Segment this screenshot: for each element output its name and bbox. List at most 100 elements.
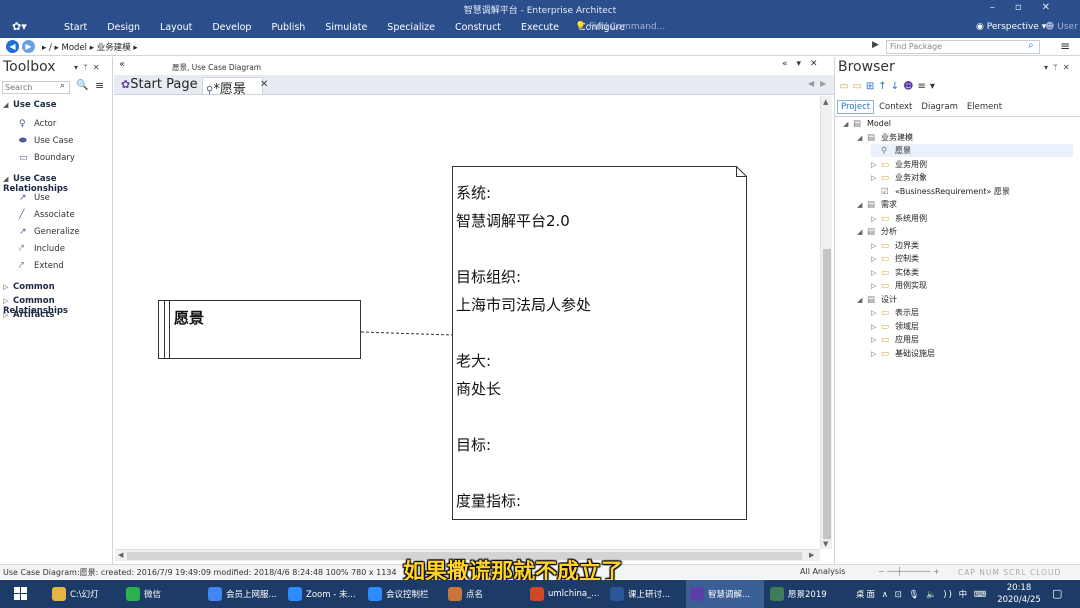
- tree-node[interactable]: ▷ ▭ 业务用例: [871, 158, 1073, 171]
- tray-desktop-label[interactable]: 桌面: [856, 590, 877, 600]
- expanded-triangle-icon[interactable]: ◢: [857, 132, 867, 145]
- note-element[interactable]: 系统: 智慧调解平台2.0 目标组织: 上海市司法局人参处 老大: 商处长 目标: 度量指标:: [452, 166, 747, 520]
- toolbox-item[interactable]: ▭ Boundary: [19, 153, 75, 163]
- expanded-triangle-icon[interactable]: ◢: [3, 175, 13, 183]
- toolbox-item[interactable]: ⤤ Include: [19, 244, 65, 254]
- diagram-canvas[interactable]: 愿景 系统: 智慧调解平台2.0 目标组织: 上海市司法局人参处 老大: 商处长 目标: 度量…: [115, 96, 820, 549]
- menu-publish[interactable]: Publish: [261, 22, 315, 33]
- tray-keyboard-icon[interactable]: ⌨: [974, 590, 988, 600]
- tree-node[interactable]: ▷ ▭ 控制类: [871, 252, 1073, 265]
- tree-node[interactable]: ◢ ▤ 业务建模: [857, 131, 1073, 144]
- menu-simulate[interactable]: Simulate: [315, 22, 377, 33]
- business-requirement-element[interactable]: 愿景: [158, 300, 361, 359]
- browser-tab-context[interactable]: Context: [875, 100, 916, 114]
- collapsed-triangle-icon[interactable]: ▷: [871, 213, 881, 226]
- menu-develop[interactable]: Develop: [202, 22, 261, 33]
- menu-construct[interactable]: Construct: [445, 22, 511, 33]
- vertical-scroll-thumb[interactable]: [823, 249, 831, 539]
- tray-sound-icon[interactable]: )): [943, 590, 954, 600]
- expanded-triangle-icon[interactable]: ◢: [857, 199, 867, 212]
- toolbox-item[interactable]: ↗ Generalize: [19, 227, 80, 237]
- zoom-slider[interactable]: − ──┼────── +: [878, 567, 940, 576]
- scroll-up-icon[interactable]: ▲: [823, 98, 828, 106]
- tray-mic-icon[interactable]: 🎙: [908, 590, 921, 600]
- browser-menu-icon[interactable]: ≡▾: [918, 81, 939, 92]
- toolbox-category[interactable]: ▷ Common: [3, 282, 55, 292]
- search-icon[interactable]: ⌕: [60, 81, 65, 91]
- collapsed-triangle-icon[interactable]: ▷: [871, 172, 881, 185]
- browser-tab-project[interactable]: Project: [837, 100, 875, 114]
- tree-node[interactable]: ◢ ▤ 分析: [857, 225, 1073, 238]
- tree-node[interactable]: ◢ ▤ 需求: [857, 198, 1073, 211]
- perspective-button[interactable]: ◉ Perspective ▾: [976, 22, 1046, 32]
- collapsed-triangle-icon[interactable]: ▷: [871, 267, 881, 280]
- diagram-header-controls[interactable]: «▾✕: [782, 59, 827, 69]
- toolbox-item[interactable]: ↗ Use: [19, 193, 50, 203]
- window-controls[interactable]: –▫✕: [990, 2, 1070, 13]
- expanded-triangle-icon[interactable]: ◢: [857, 294, 867, 307]
- toolbox-item[interactable]: ╱ Associate: [19, 210, 75, 220]
- tray-ime-label[interactable]: 中: [959, 590, 970, 600]
- expanded-triangle-icon[interactable]: ◢: [3, 101, 13, 109]
- collapsed-triangle-icon[interactable]: ▷: [871, 159, 881, 172]
- tray-network-icon[interactable]: ⊡: [895, 590, 904, 600]
- app-logo-icon[interactable]: ✿▾: [12, 20, 32, 34]
- collapsed-triangle-icon[interactable]: ▷: [871, 321, 881, 334]
- menu-start[interactable]: Start: [54, 22, 97, 33]
- close-tab-icon[interactable]: ✕: [260, 79, 268, 90]
- taskbar-app-button[interactable]: 智慧调解...: [686, 580, 764, 608]
- move-down-icon[interactable]: ↓: [891, 81, 903, 92]
- toolbox-category[interactable]: ◢ Use Case Relationships: [3, 174, 112, 194]
- all-analysis-label[interactable]: All Analysis: [800, 567, 845, 576]
- new-package-icon[interactable]: ▭: [839, 81, 852, 92]
- find-package-input[interactable]: Find Package: [886, 40, 1040, 54]
- tree-node[interactable]: ▷ ▭ 系统用例: [871, 212, 1073, 225]
- system-clock[interactable]: 20:18 2020/4/25: [996, 582, 1042, 606]
- toolbox-menu-icon[interactable]: ≡: [95, 79, 104, 92]
- tree-node[interactable]: ▷ ▭ 业务对象: [871, 171, 1073, 184]
- collapsed-triangle-icon[interactable]: ▷: [871, 307, 881, 320]
- notification-icon[interactable]: ▢: [1052, 587, 1062, 600]
- collapsed-triangle-icon[interactable]: ▷: [871, 253, 881, 266]
- tree-node[interactable]: ☑ «BusinessRequirement» 愿景: [871, 185, 1073, 198]
- taskbar-app-button[interactable]: 点名: [444, 580, 524, 608]
- browser-tab-diagram[interactable]: Diagram: [917, 100, 962, 114]
- toolbox-category[interactable]: ◢ Use Case: [3, 100, 56, 110]
- toolbox-item[interactable]: ⤤ Extend: [19, 261, 64, 271]
- taskbar-app-button[interactable]: 会议控制栏: [364, 580, 442, 608]
- tree-node[interactable]: ▷ ▭ 边界类: [871, 239, 1073, 252]
- scroll-right-icon[interactable]: ▶: [809, 551, 814, 559]
- find-package-search-icon[interactable]: ⌕: [1028, 40, 1034, 51]
- taskbar-app-button[interactable]: 课上研讨...: [606, 580, 684, 608]
- tab-vision-diagram[interactable]: ⚲*愿景: [202, 77, 263, 97]
- collapsed-triangle-icon[interactable]: ▷: [3, 311, 13, 319]
- nav-go-icon[interactable]: ▶: [872, 40, 879, 50]
- tree-node[interactable]: ▷ ▭ 实体类: [871, 266, 1073, 279]
- collapsed-triangle-icon[interactable]: ▷: [871, 280, 881, 293]
- taskbar-app-button[interactable]: C:\幻灯: [48, 580, 120, 608]
- taskbar-app-button[interactable]: 会员上网服...: [204, 580, 282, 608]
- toolbox-item[interactable]: ♀ Actor: [19, 119, 56, 129]
- tree-node[interactable]: ▷ ▭ 领域层: [871, 320, 1073, 333]
- person-icon[interactable]: ☻: [903, 81, 917, 92]
- vertical-scrollbar[interactable]: ▲ ▼: [820, 96, 832, 549]
- taskbar-app-button[interactable]: Zoom - 未...: [284, 580, 362, 608]
- menu-execute[interactable]: Execute: [511, 22, 569, 33]
- breadcrumb-package[interactable]: 业务建模: [97, 43, 131, 53]
- scroll-down-icon[interactable]: ▼: [823, 540, 828, 548]
- toolbox-panel-controls[interactable]: ▾ᛘ✕: [74, 63, 105, 72]
- tree-node[interactable]: ▷ ▭ 应用层: [871, 333, 1073, 346]
- taskbar-app-button[interactable]: 微信: [122, 580, 202, 608]
- menu-layout[interactable]: Layout: [150, 22, 202, 33]
- taskbar-app-button[interactable]: 愿景2019: [766, 580, 842, 608]
- scroll-left-icon[interactable]: ◀: [118, 551, 123, 559]
- tray-chevron-icon[interactable]: ∧: [882, 590, 895, 600]
- tree-node[interactable]: ▷ ▭ 表示层: [871, 306, 1073, 319]
- tray-volume-icon[interactable]: 🔈: [926, 590, 939, 600]
- expanded-triangle-icon[interactable]: ◢: [843, 118, 853, 131]
- taskbar-app-button[interactable]: umlchina_...: [526, 580, 604, 608]
- toolbox-category[interactable]: ▷ Artifacts: [3, 310, 54, 320]
- collapsed-triangle-icon[interactable]: ▷: [871, 348, 881, 361]
- menu-specialize[interactable]: Specialize: [377, 22, 445, 33]
- tree-node[interactable]: ◢ ▤ 设计: [857, 293, 1073, 306]
